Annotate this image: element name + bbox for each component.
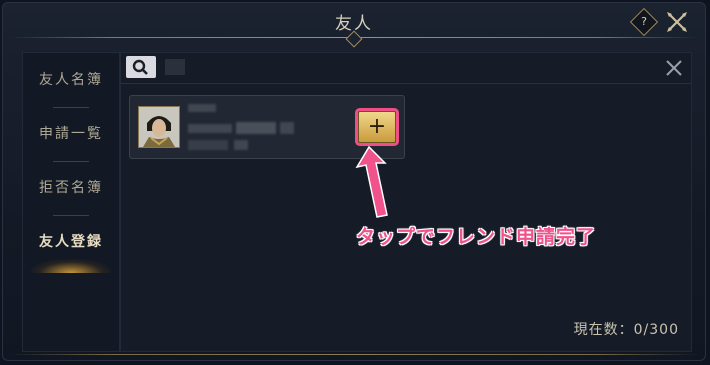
pointer-arrow-icon [355, 145, 388, 218]
player-info-blurred [234, 140, 248, 150]
close-icon [666, 60, 682, 76]
friend-count-label: 現在数： [573, 322, 634, 338]
help-icon: ? [641, 15, 647, 28]
close-button[interactable] [666, 11, 688, 33]
search-input[interactable] [165, 59, 185, 75]
plus-icon: + [367, 114, 387, 139]
sidebar-item-label: 友人名簿 [39, 72, 103, 88]
sidebar-item-label: 友人登録 [39, 234, 103, 250]
sidebar-item-friend-list[interactable]: 友人名簿 [23, 53, 119, 107]
sidebar-item-requests[interactable]: 申請一覧 [23, 107, 119, 161]
sidebar-item-label: 拒否名簿 [39, 180, 103, 196]
sidebar: 友人名簿 申請一覧 拒否名簿 友人登録 [22, 52, 120, 352]
add-friend-button[interactable]: + [358, 111, 396, 143]
close-icon [667, 12, 687, 32]
friends-window: 友人 ? 友人名簿 申請一覧 拒否名簿 友人登録 + 現在数：0/300 [2, 2, 706, 361]
main-panel: + 現在数：0/300 [120, 52, 692, 352]
bottom-divider [10, 354, 698, 355]
friend-count: 現在数：0/300 [574, 319, 679, 339]
clear-search-button[interactable] [665, 59, 683, 77]
player-info-blurred [188, 124, 232, 133]
search-bar [121, 53, 691, 84]
friend-count-value: 0/300 [633, 322, 679, 338]
active-tab-glow [31, 259, 111, 273]
player-info-blurred [188, 140, 228, 150]
search-icon [132, 59, 148, 75]
avatar [138, 106, 180, 148]
player-info-blurred [236, 122, 276, 134]
window-header: 友人 ? [2, 2, 706, 48]
player-name-blurred [188, 104, 216, 112]
search-button[interactable] [126, 56, 156, 78]
sidebar-item-label: 申請一覧 [39, 126, 103, 142]
annotation-text: タップでフレンド申請完了 [356, 226, 597, 248]
player-info-blurred [280, 122, 294, 134]
sidebar-item-block-list[interactable]: 拒否名簿 [23, 161, 119, 215]
